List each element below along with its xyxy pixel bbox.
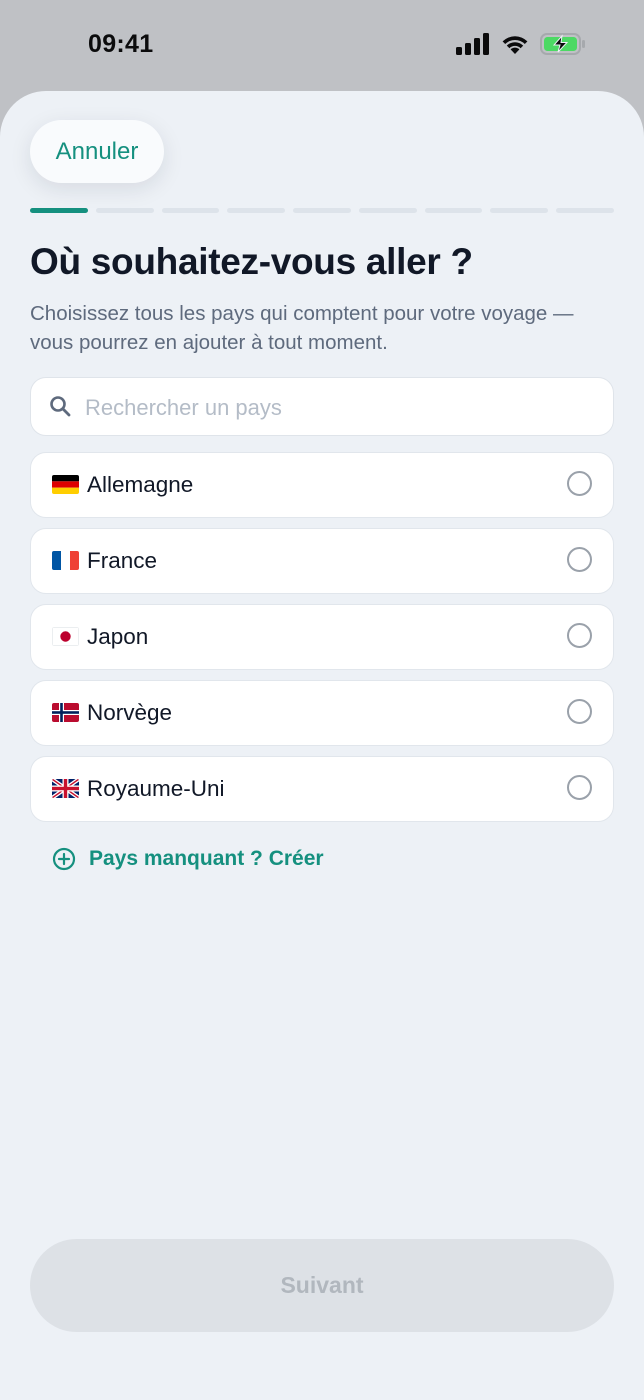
country-name: Norvège <box>87 700 173 725</box>
progress-step-5 <box>293 208 351 213</box>
cellular-signal-icon <box>456 33 489 55</box>
battery-charging-icon <box>540 33 585 55</box>
norway-flag-icon <box>52 703 79 722</box>
country-item-japon[interactable]: Japon <box>30 604 614 670</box>
progress-indicator <box>30 208 615 213</box>
create-country-link[interactable]: Pays manquant ? Créer <box>52 847 324 871</box>
germany-flag-icon <box>52 475 79 494</box>
country-name: Royaume-Uni <box>87 776 225 801</box>
progress-step-3 <box>161 208 220 213</box>
search-input[interactable] <box>83 378 607 437</box>
next-button[interactable]: Suivant <box>30 1239 614 1332</box>
country-item-france[interactable]: France <box>30 528 614 594</box>
search-icon <box>50 396 71 417</box>
wifi-icon <box>502 36 528 54</box>
country-radio[interactable] <box>567 699 592 724</box>
country-radio[interactable] <box>567 775 592 800</box>
progress-step-1 <box>30 208 88 213</box>
page-title: Où souhaitez-vous aller ? <box>30 241 473 282</box>
country-name: France <box>87 548 158 573</box>
create-country-label: Pays manquant ? Créer <box>89 847 324 870</box>
progress-step-9 <box>556 208 615 213</box>
progress-step-6 <box>358 208 417 213</box>
plus-circle-icon <box>52 847 76 871</box>
country-item-allemagne[interactable]: Allemagne <box>30 452 614 518</box>
country-radio[interactable] <box>567 623 592 648</box>
cancel-button[interactable]: Annuler <box>30 120 164 183</box>
country-radio[interactable] <box>567 471 592 496</box>
country-item-royaume-uni[interactable]: Royaume-Uni <box>30 756 614 822</box>
status-bar: 09:41 <box>0 0 644 92</box>
search-field[interactable] <box>30 377 614 437</box>
france-flag-icon <box>52 551 79 570</box>
progress-step-2 <box>95 208 154 213</box>
page-subtitle: Choisissez tous les pays qui comptent po… <box>30 302 574 354</box>
country-name: Allemagne <box>87 472 194 497</box>
country-radio[interactable] <box>567 547 592 572</box>
status-icons <box>456 33 586 55</box>
uk-flag-icon <box>52 779 79 798</box>
modal-sheet: Annuler Où souhaitez-vous aller ? Choisi… <box>0 91 644 1400</box>
progress-step-4 <box>227 208 286 213</box>
progress-step-8 <box>490 208 549 213</box>
country-name: Japon <box>87 624 149 649</box>
country-item-norvege[interactable]: Norvège <box>30 680 614 746</box>
status-time: 09:41 <box>88 30 154 58</box>
japan-flag-icon <box>52 627 79 646</box>
progress-step-7 <box>424 208 483 213</box>
